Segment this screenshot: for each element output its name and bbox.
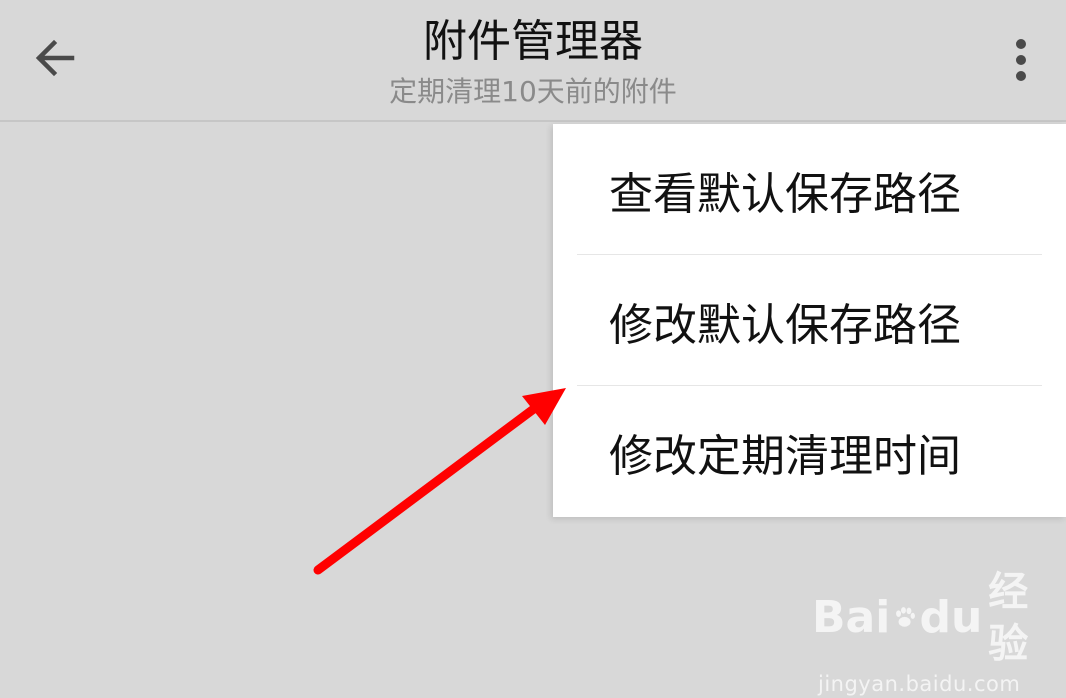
watermark-url: jingyan.baidu.com xyxy=(818,672,1021,696)
overflow-menu: 查看默认保存路径 修改默认保存路径 修改定期清理时间 xyxy=(553,124,1066,517)
page-subtitle: 定期清理10天前的附件 xyxy=(389,75,677,108)
more-options-button[interactable] xyxy=(996,28,1046,92)
more-vertical-icon-dot xyxy=(1016,55,1026,65)
watermark-brand-left: Bai xyxy=(812,592,891,643)
watermark-logo: Bai du 经验 xyxy=(812,566,1032,670)
more-vertical-icon xyxy=(1016,39,1026,49)
menu-item-edit-cleanup-time[interactable]: 修改定期清理时间 xyxy=(553,386,1066,517)
page-title: 附件管理器 xyxy=(423,16,643,67)
menu-item-label: 查看默认保存路径 xyxy=(609,168,961,220)
baidu-jingyan-watermark: Bai du 经验 jingyan.baidu.com xyxy=(812,566,1032,696)
menu-item-label: 修改默认保存路径 xyxy=(609,299,961,351)
menu-item-label: 修改定期清理时间 xyxy=(609,430,961,482)
watermark-brand-right: du xyxy=(919,592,983,643)
watermark-brand-suffix: 经验 xyxy=(988,569,1029,667)
more-vertical-icon-dot xyxy=(1016,71,1026,81)
menu-item-view-default-path[interactable]: 查看默认保存路径 xyxy=(553,124,1066,255)
app-bar: 附件管理器 定期清理10天前的附件 xyxy=(0,0,1066,122)
menu-item-edit-default-path[interactable]: 修改默认保存路径 xyxy=(553,255,1066,386)
annotation-arrow-shaft xyxy=(313,403,540,575)
paw-icon xyxy=(896,607,916,627)
